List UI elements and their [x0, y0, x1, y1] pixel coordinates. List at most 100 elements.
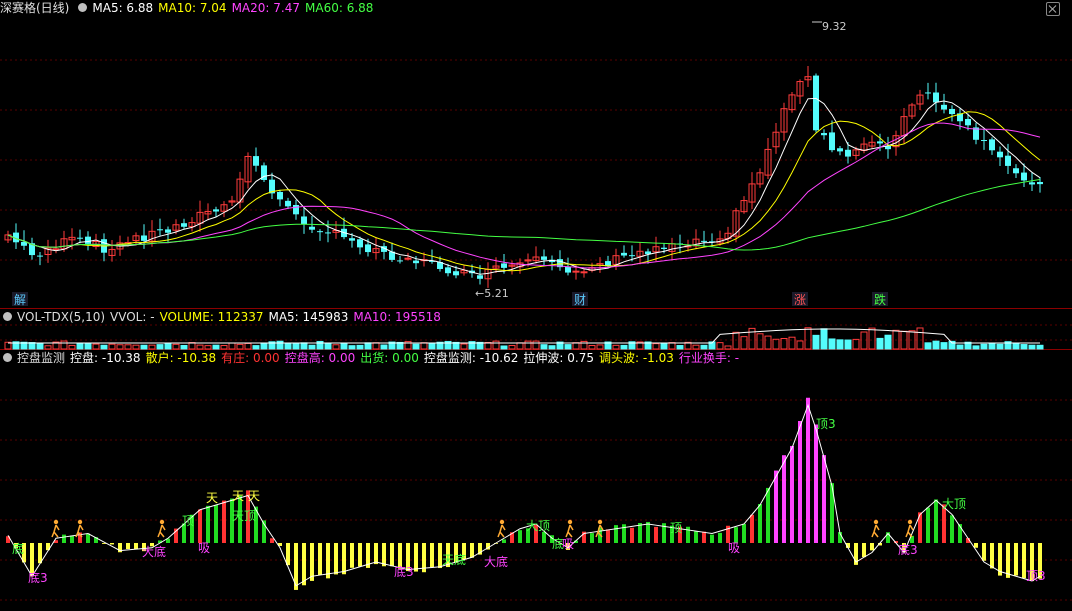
indicator-bar: [318, 543, 322, 576]
indicator-bar: [614, 525, 618, 543]
volume-bar: [292, 342, 300, 350]
indicator-bar: [1014, 543, 1018, 576]
indicator-bar: [198, 509, 202, 543]
volume-bar: [172, 343, 180, 350]
ma-line-10: [7, 111, 1041, 272]
volume-bar: [76, 343, 84, 350]
candle-down: [941, 104, 947, 110]
candlesticks: [4, 65, 1043, 288]
volume-bar: [428, 342, 436, 350]
volume-bar: [828, 338, 836, 350]
event-marker: 解: [14, 293, 26, 307]
volume-bar: [460, 343, 468, 350]
volume-bar: [588, 345, 596, 350]
candle-down: [701, 240, 707, 242]
indicator-bar: [758, 504, 762, 543]
indicator-bar: [374, 543, 378, 565]
indicator-bar: [974, 543, 978, 548]
volume-bar: [692, 344, 700, 350]
volume-bar: [532, 340, 540, 350]
volume-bar: [324, 342, 332, 350]
volume-bar: [620, 344, 628, 350]
volume-bar: [540, 344, 548, 350]
indicator-signal-label: 天顶: [232, 509, 256, 523]
indicator-bar: [334, 543, 338, 575]
indicator-bar: [342, 543, 346, 575]
indicator-bar: [590, 533, 594, 543]
candle-down: [141, 235, 147, 241]
volume-bar: [596, 344, 604, 350]
volume-bar: [68, 344, 76, 350]
volume-bar: [100, 344, 108, 350]
volume-bar: [500, 345, 508, 350]
indicator-bar: [750, 514, 754, 543]
candle-down: [445, 267, 451, 274]
volume-bar: [364, 342, 372, 350]
candle-down: [661, 247, 667, 249]
indicator-bar: [126, 543, 130, 550]
candle-down: [77, 237, 83, 239]
volume-bar: [740, 336, 748, 350]
candle-down: [1005, 155, 1011, 166]
candle-down: [413, 260, 419, 264]
volume-bar: [132, 344, 140, 350]
indicator-bar: [862, 543, 866, 558]
volume-bar: [380, 344, 388, 350]
volume-bar: [996, 343, 1004, 350]
volume-bar: [228, 342, 236, 350]
indicator-signal-label: 顶3: [1026, 569, 1046, 583]
candle-down: [277, 191, 283, 200]
indicator-bar: [326, 543, 330, 579]
indicator-bar: [950, 515, 954, 543]
indicator-signal-label: 吸: [728, 541, 740, 555]
volume-bar: [700, 344, 708, 350]
runner-icon: [157, 519, 166, 538]
candle-down: [293, 204, 299, 215]
volume-bar: [1012, 342, 1020, 350]
candle-down: [997, 151, 1003, 158]
indicator-bar: [782, 455, 786, 543]
volume-bar: [572, 342, 580, 350]
volume-bar: [44, 345, 52, 350]
indicator-bar: [390, 543, 394, 567]
indicator-signal-label: 天: [206, 491, 218, 505]
volume-bar: [356, 344, 364, 350]
candle-down: [981, 140, 987, 142]
volume-bar: [188, 342, 196, 350]
candle-down: [397, 260, 403, 262]
volume-bar: [276, 340, 284, 350]
candle-down: [21, 241, 27, 246]
volume-bar: [980, 343, 988, 350]
candle-down: [453, 271, 459, 276]
volume-bar: [108, 343, 116, 350]
indicator-bar: [302, 543, 306, 586]
indicator-bar: [1006, 543, 1010, 578]
candle-down: [213, 209, 219, 212]
volume-bar: [244, 342, 252, 350]
stock-chart-canvas[interactable]: 9.32←5.21解财涨跌底3底 大底 吸顶天天顶天底3天底 大底吸顶大顶底顶3吸 底3…: [0, 0, 1072, 611]
indicator-signal-label: 底3: [28, 570, 48, 585]
candle-down: [357, 239, 363, 248]
indicator-bar: [718, 532, 722, 543]
volume-bar: [236, 343, 244, 350]
indicator-bar: [766, 487, 770, 543]
indicator-bar: [806, 397, 810, 543]
indicator-signal-label: 吸: [562, 537, 574, 551]
indicator-signal-label: 天: [232, 489, 244, 503]
indicator-bar: [518, 530, 522, 543]
candle-down: [877, 141, 883, 144]
candle-down: [181, 223, 187, 227]
candle-down: [37, 255, 43, 257]
candle-down: [837, 148, 843, 152]
indicator-bar: [134, 543, 138, 550]
volume-bar: [772, 338, 780, 350]
volume-bar: [492, 340, 500, 350]
volume-bar: [196, 344, 204, 350]
indicator-signal-label: 吸: [198, 541, 210, 555]
candle-down: [285, 200, 291, 207]
indicator-bar: [814, 424, 818, 543]
volume-bar: [60, 340, 68, 350]
volume-bar: [732, 331, 740, 350]
candle-down: [989, 139, 995, 151]
candle-down: [1021, 172, 1027, 181]
